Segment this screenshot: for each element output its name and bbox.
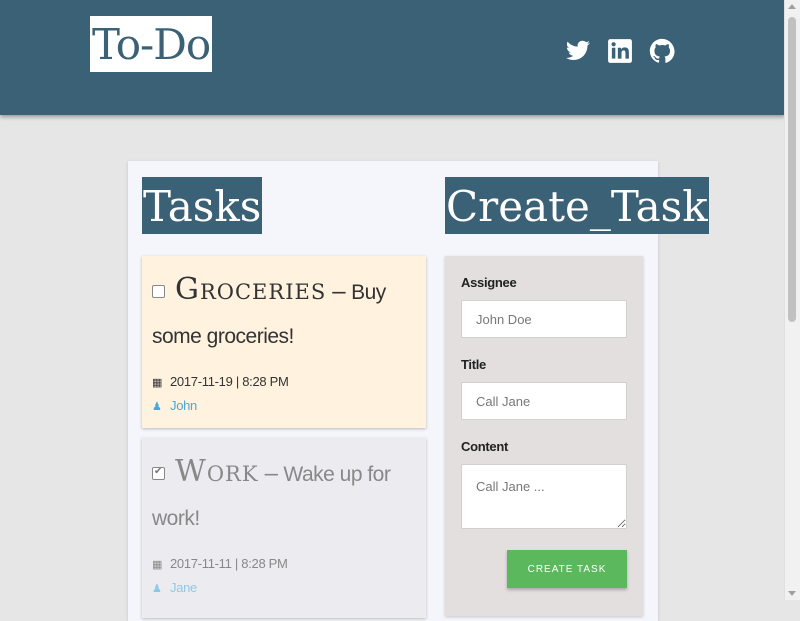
content-textarea[interactable] bbox=[461, 464, 627, 529]
create-task-button[interactable]: CREATE TASK bbox=[507, 550, 627, 588]
task-checkbox[interactable] bbox=[152, 285, 165, 298]
assignee-label: Assignee bbox=[461, 275, 517, 290]
user-icon: ♟ bbox=[152, 583, 162, 595]
scroll-up-icon[interactable] bbox=[788, 4, 796, 9]
task-date-row: ▦ 2017-11-11 | 8:28 PM bbox=[152, 556, 288, 571]
task-separator: – bbox=[332, 278, 346, 305]
linkedin-icon[interactable] bbox=[607, 38, 633, 64]
task-card: Work–Wake up for work! ▦ 2017-11-11 | 8:2… bbox=[142, 438, 426, 618]
create-task-heading: Create_Task bbox=[445, 177, 709, 234]
user-icon: ♟ bbox=[152, 401, 162, 413]
task-title: Work bbox=[175, 454, 259, 489]
twitter-icon[interactable] bbox=[565, 38, 591, 64]
task-checkbox[interactable] bbox=[152, 464, 165, 480]
app-logo[interactable]: To-Do bbox=[90, 16, 213, 72]
tasks-heading: Tasks bbox=[142, 177, 263, 234]
page-scrollbar[interactable] bbox=[784, 0, 800, 600]
task-card: Groceries – Buy some groceries! ▦ 2017-11-1… bbox=[142, 256, 426, 428]
task-header: Groceries – Buy some groceries! bbox=[152, 268, 416, 359]
title-input[interactable] bbox=[461, 382, 627, 420]
task-assignee[interactable]: Jane bbox=[170, 580, 197, 595]
task-assignee[interactable]: John bbox=[170, 398, 197, 413]
app-header: To-Do bbox=[0, 0, 785, 115]
assignee-input[interactable] bbox=[461, 300, 627, 338]
task-date: 2017-11-19 | 8:28 PM bbox=[170, 374, 289, 389]
scroll-down-icon[interactable] bbox=[788, 591, 796, 596]
task-assignee-row: ♟ John bbox=[152, 398, 197, 413]
title-label: Title bbox=[461, 357, 486, 372]
content-label: Content bbox=[461, 439, 508, 454]
task-date-row: ▦ 2017-11-19 | 8:28 PM bbox=[152, 374, 289, 389]
social-links bbox=[565, 38, 675, 64]
task-date: 2017-11-11 | 8:28 PM bbox=[170, 556, 288, 571]
task-header: Work–Wake up for work! bbox=[152, 450, 416, 541]
github-icon[interactable] bbox=[649, 38, 675, 64]
scroll-thumb[interactable] bbox=[788, 17, 796, 322]
task-separator: – bbox=[264, 460, 278, 487]
task-assignee-row: ♟ Jane bbox=[152, 580, 197, 595]
calendar-icon: ▦ bbox=[152, 559, 163, 571]
task-title: Groceries bbox=[175, 272, 327, 307]
calendar-icon: ▦ bbox=[152, 377, 163, 389]
